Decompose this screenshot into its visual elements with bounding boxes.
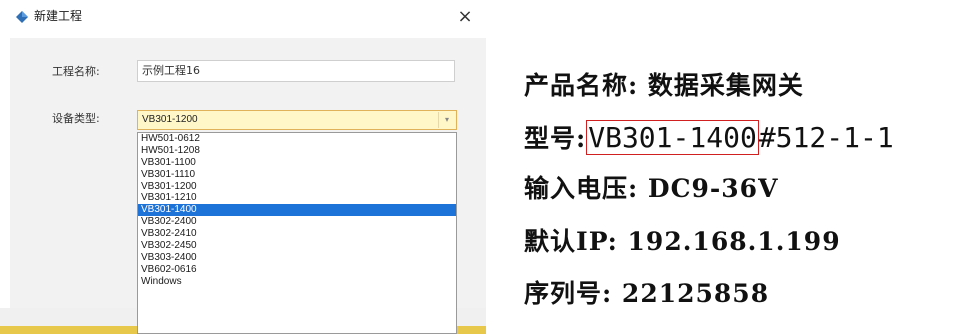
- dialog-title: 新建工程: [34, 9, 83, 23]
- dropdown-option[interactable]: VB602-0616: [138, 264, 456, 276]
- default-ip-line: 默认IP: 192.168.1.199: [524, 227, 841, 256]
- dialog-titlebar: 新建工程 ×: [0, 0, 486, 33]
- dropdown-option[interactable]: Windows: [138, 276, 456, 288]
- serial-number-line: 序列号: 22125858: [524, 279, 770, 308]
- dropdown-option[interactable]: VB301-1200: [138, 181, 456, 193]
- dialog-body-lower-left: [10, 188, 137, 308]
- dropdown-option[interactable]: VB301-1100: [138, 157, 456, 169]
- dropdown-option[interactable]: VB301-1400: [138, 204, 456, 217]
- chevron-down-icon[interactable]: ▾: [438, 112, 455, 128]
- dialog-body-lower-right: [456, 188, 486, 308]
- project-name-label: 工程名称:: [52, 65, 100, 78]
- diamond-app-icon: [16, 11, 28, 23]
- new-project-dialog: 新建工程 × 工程名称: 示例工程16 设备类型: VB301-1200 ▾ H…: [0, 0, 486, 334]
- device-type-dropdown-list: HW501-0612 HW501-1208 VB301-1100 VB301-1110…: [137, 132, 457, 334]
- model-suffix: #512-1-1: [758, 121, 894, 154]
- dropdown-option[interactable]: VB302-2410: [138, 228, 456, 240]
- project-name-input[interactable]: 示例工程16: [137, 60, 455, 82]
- model-prefix: 型号:: [524, 124, 587, 153]
- model-line: 型号:VB301-1400#512-1-1: [524, 120, 894, 155]
- product-label-image: 产品名称: 数据采集网关 型号:VB301-1400#512-1-1 输入电压:…: [486, 0, 973, 334]
- dropdown-option[interactable]: HW501-0612: [138, 133, 456, 145]
- device-type-label: 设备类型:: [52, 112, 100, 125]
- dropdown-option[interactable]: VB301-1210: [138, 192, 456, 204]
- dropdown-option[interactable]: VB302-2400: [138, 216, 456, 228]
- product-name-line: 产品名称: 数据采集网关: [524, 71, 804, 100]
- model-highlighted: VB301-1400: [586, 120, 759, 155]
- dropdown-option[interactable]: VB303-2400: [138, 252, 456, 264]
- device-type-select[interactable]: VB301-1200 ▾: [137, 110, 457, 130]
- dropdown-option[interactable]: VB301-1110: [138, 169, 456, 181]
- close-button[interactable]: ×: [452, 4, 478, 30]
- device-type-selected-value: VB301-1200: [142, 114, 198, 125]
- close-icon[interactable]: ×: [457, 6, 472, 27]
- dropdown-option[interactable]: VB302-2450: [138, 240, 456, 252]
- dropdown-option[interactable]: HW501-1208: [138, 145, 456, 157]
- input-voltage-line: 输入电压: DC9-36V: [524, 174, 779, 203]
